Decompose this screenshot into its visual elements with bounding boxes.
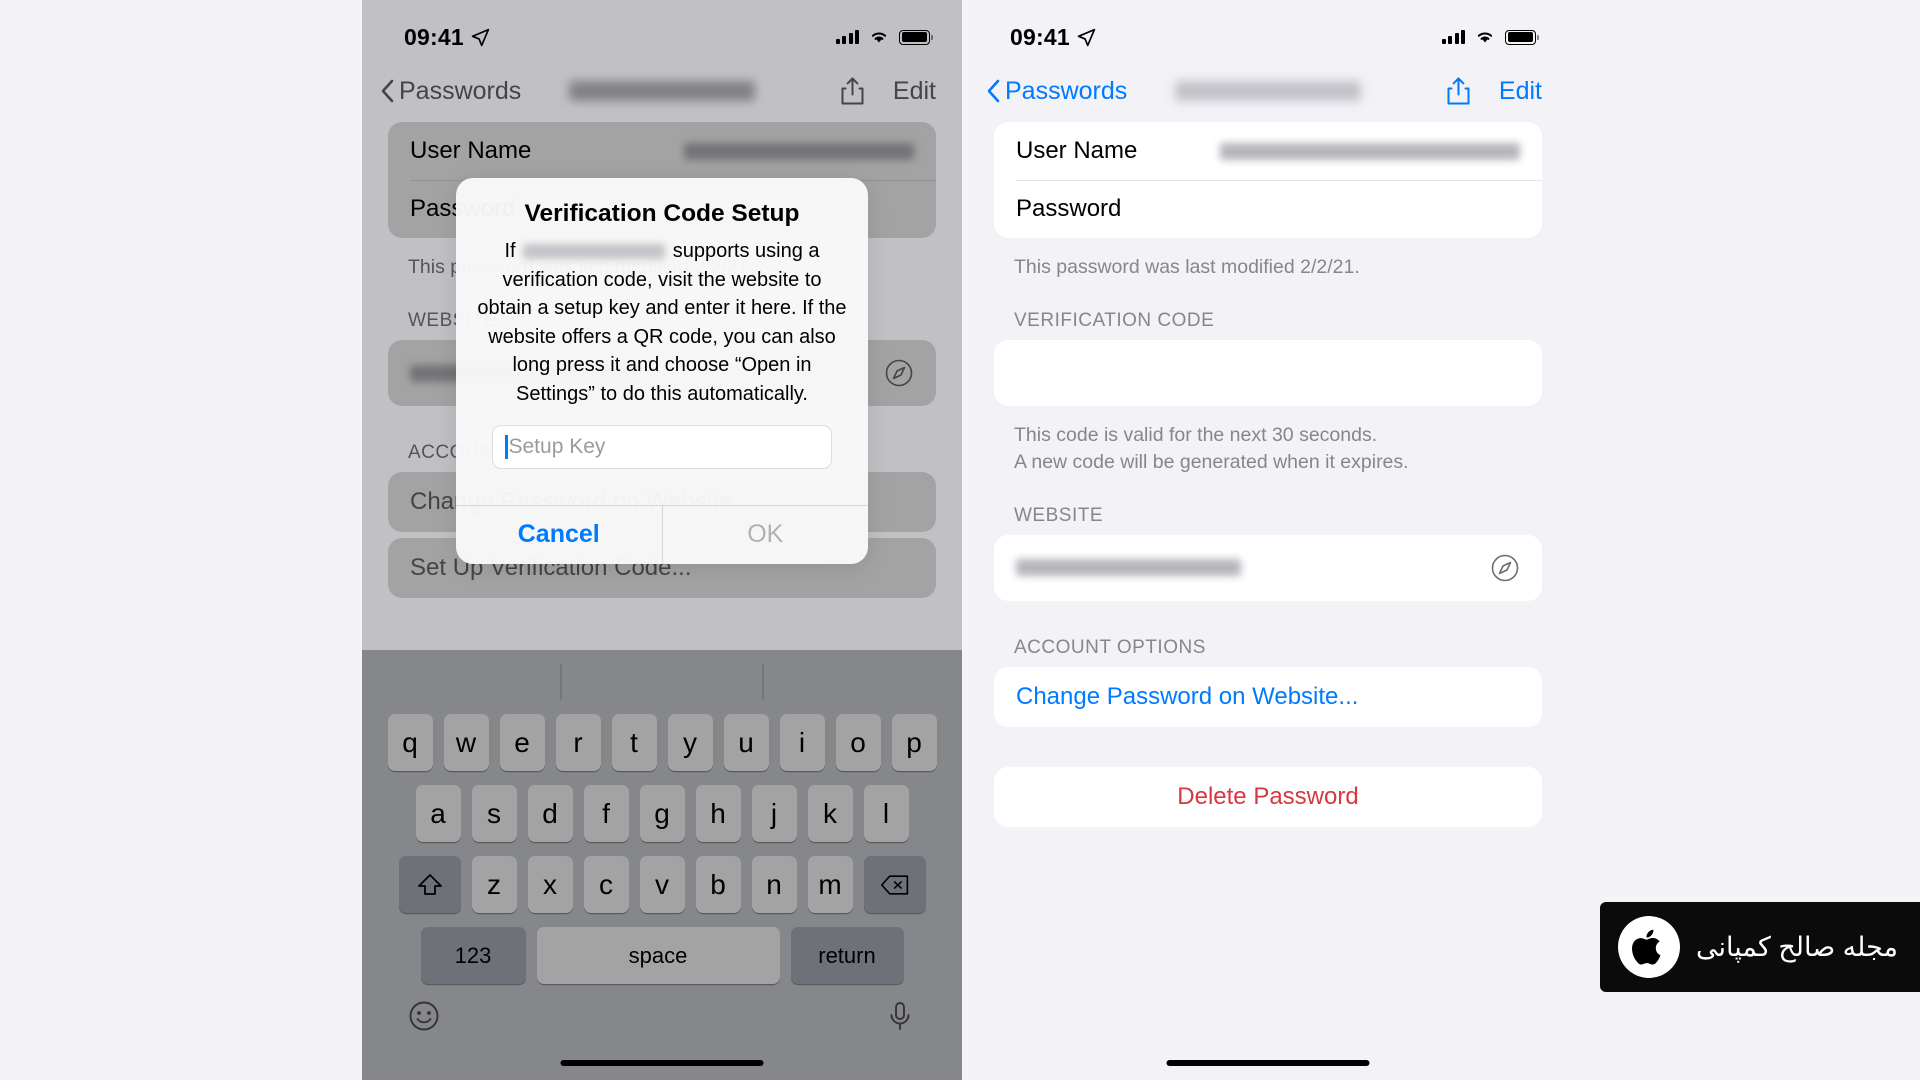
user-name-label: User Name: [1016, 137, 1138, 164]
row-website[interactable]: [994, 535, 1542, 601]
verification-code-setup-alert: Verification Code Setup If supports usin…: [456, 178, 868, 564]
verification-note: This code is valid for the next 30 secon…: [994, 412, 1542, 475]
watermark-logo-circle: [1618, 916, 1681, 978]
website-section-header: WEBSITE: [1014, 504, 1104, 526]
website-value-redacted: [1016, 559, 1241, 577]
back-button-label: Passwords: [1005, 76, 1128, 105]
cellular-bars-icon: [1441, 30, 1465, 44]
alert-message: If supports using a verification code, v…: [476, 237, 848, 409]
password-modified-note: This password was last modified 2/2/21.: [1014, 256, 1360, 278]
home-indicator: [1166, 1060, 1370, 1066]
screenshot-stage: 09:41 Passwords Edit User Name This WEBS…: [0, 0, 1920, 1080]
alert-ok-button[interactable]: OK: [661, 505, 869, 564]
edit-button[interactable]: Edit: [1499, 77, 1542, 106]
delete-password-button[interactable]: Delete Password: [994, 767, 1542, 827]
alert-title: Verification Code Setup: [524, 200, 800, 227]
chevron-left-icon: [987, 79, 1000, 103]
password-label: Password: [1016, 195, 1122, 222]
alert-message-body: supports using a verification code, visi…: [477, 240, 847, 405]
back-button[interactable]: Passwords: [986, 77, 1127, 106]
account-options-header: ACCOUNT OPTIONS: [1014, 636, 1206, 658]
alert-site-redacted: [523, 244, 666, 260]
row-user-name[interactable]: User Name: [994, 122, 1542, 180]
apple-logo-icon: [1632, 929, 1661, 965]
user-name-value-redacted: [1220, 142, 1520, 160]
navigation-bar: Passwords Edit: [968, 60, 1568, 122]
alert-actions: Cancel OK: [456, 504, 869, 564]
verification-code-header: VERIFICATION CODE: [1014, 310, 1215, 332]
verification-note-line-1: This code is valid for the next 30 secon…: [1014, 424, 1378, 447]
share-icon[interactable]: [1446, 76, 1471, 106]
safari-compass-icon[interactable]: [1490, 553, 1520, 583]
alert-cancel-button[interactable]: Cancel: [456, 506, 662, 564]
alert-message-prefix: If: [504, 240, 516, 262]
change-password-link[interactable]: Change Password on Website...: [994, 667, 1542, 727]
battery-icon: [1505, 29, 1539, 45]
delete-password-card: Delete Password: [994, 766, 1542, 827]
text-caret: [505, 434, 508, 459]
row-password[interactable]: Password: [994, 180, 1542, 238]
verification-code-card[interactable]: [994, 340, 1542, 407]
website-card: [994, 534, 1542, 601]
watermark-badge: مجله صالح کمپانی: [1600, 902, 1920, 992]
phone-screen-left: 09:41 Passwords Edit User Name This WEBS…: [362, 0, 962, 1080]
location-arrow-icon: [1077, 28, 1096, 46]
status-bar-time: 09:41: [1010, 23, 1070, 50]
status-bar: 09:41: [968, 0, 1568, 60]
credentials-card: User Name Password: [994, 122, 1542, 238]
ios-screen-right: 09:41 Passwords Edit User Name Password …: [968, 0, 1568, 1080]
wifi-icon: [1477, 32, 1493, 43]
watermark-text: مجله صالح کمپانی: [1696, 931, 1898, 962]
phone-screen-right: 09:41 Passwords Edit User Name Password …: [968, 0, 1568, 1080]
password-detail-list: User Name Password This password was las…: [968, 122, 1568, 827]
ios-screen-left: 09:41 Passwords Edit User Name This WEBS…: [362, 0, 962, 1080]
setup-key-placeholder: Setup Key: [508, 434, 606, 458]
account-options-card: Change Password on Website...: [994, 666, 1542, 727]
verification-note-line-2: A new code will be generated when it exp…: [1014, 450, 1409, 473]
setup-key-input[interactable]: Setup Key: [492, 424, 832, 469]
page-title-redacted: [1175, 81, 1361, 101]
